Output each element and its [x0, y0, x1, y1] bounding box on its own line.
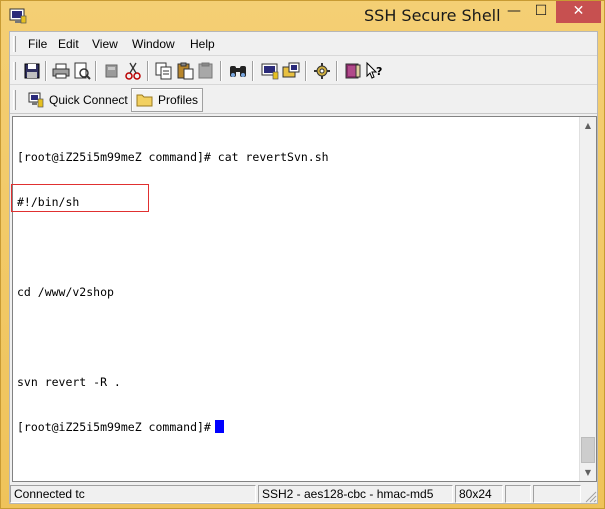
terminal-size-status: 80x24	[455, 485, 503, 503]
title-bar[interactable]: SSH Secure Shell — ☐ ✕	[1, 1, 604, 31]
svg-text:?: ?	[376, 65, 382, 78]
toolbar-separator	[45, 61, 47, 81]
terminal-line: svn revert -R .	[17, 375, 121, 389]
client-area: File Edit View Window Help ? Quick Conne…	[9, 31, 598, 504]
find-icon[interactable]	[228, 61, 248, 81]
quick-connect-icon	[28, 92, 44, 108]
cut-icon[interactable]	[123, 61, 143, 81]
terminal-line: cd /www/v2shop	[17, 285, 114, 299]
disconnect-icon[interactable]	[102, 61, 122, 81]
menu-file[interactable]: File	[28, 37, 47, 51]
close-button[interactable]: ✕	[556, 1, 601, 23]
toolbar-separator	[95, 61, 97, 81]
toolbar-separator	[252, 61, 254, 81]
terminal-output: [root@iZ25i5m99meZ command]# cat revertS…	[17, 120, 329, 465]
print-icon[interactable]	[51, 61, 71, 81]
menu-bar-grip[interactable]	[13, 36, 16, 52]
window-title: SSH Secure Shell	[364, 6, 501, 25]
terminal-area[interactable]: [root@iZ25i5m99meZ command]# cat revertS…	[11, 116, 597, 482]
profiles-button[interactable]: Profiles	[131, 88, 204, 112]
folder-icon	[136, 94, 153, 107]
maximize-icon: ☐	[534, 3, 548, 19]
toolbar: ?	[10, 57, 597, 85]
help-topics-icon[interactable]	[343, 61, 363, 81]
quick-connect-button[interactable]: Quick Connect	[22, 88, 133, 112]
minimize-icon: —	[507, 3, 521, 19]
ssh-window: SSH Secure Shell — ☐ ✕ File Edit View Wi…	[0, 0, 605, 509]
save-icon[interactable]	[22, 61, 42, 81]
status-panel-empty	[533, 485, 581, 503]
copy-icon[interactable]	[154, 61, 174, 81]
connection-status: Connected tc	[10, 485, 256, 503]
menu-edit[interactable]: Edit	[58, 37, 79, 51]
paste-special-icon[interactable]	[196, 61, 216, 81]
maximize-button[interactable]: ☐	[528, 1, 554, 23]
context-help-icon[interactable]: ?	[364, 61, 384, 81]
resize-grip-icon[interactable]	[583, 489, 597, 503]
scroll-up-arrow-icon[interactable]: ▲	[580, 117, 596, 134]
new-terminal-icon[interactable]	[260, 61, 280, 81]
terminal-cursor	[214, 420, 224, 433]
profiles-label: Profiles	[158, 93, 199, 107]
quick-connect-label: Quick Connect	[49, 93, 128, 107]
print-preview-icon[interactable]	[72, 61, 92, 81]
menu-help[interactable]: Help	[190, 37, 215, 51]
terminal-prompt: [root@iZ25i5m99meZ command]#	[17, 420, 211, 434]
vertical-scrollbar[interactable]: ▲ ▼	[579, 117, 596, 481]
ssh-app-icon	[9, 8, 27, 24]
status-panel-empty	[505, 485, 531, 503]
terminal-prompt-line: [root@iZ25i5m99meZ command]#	[17, 420, 329, 435]
toolbar-separator	[220, 61, 222, 81]
paste-icon[interactable]	[175, 61, 195, 81]
terminal-line: [root@iZ25i5m99meZ command]# cat revertS…	[17, 150, 329, 164]
toolbar-separator	[147, 61, 149, 81]
minimize-button[interactable]: —	[501, 1, 527, 23]
close-icon: ✕	[572, 3, 585, 19]
toolbar-grip[interactable]	[13, 62, 16, 80]
scroll-thumb[interactable]	[581, 437, 595, 463]
toolbar-separator	[305, 61, 307, 81]
menu-bar: File Edit View Window Help	[10, 32, 597, 56]
highlight-annotation-box	[11, 184, 149, 212]
new-file-transfer-icon[interactable]	[281, 61, 301, 81]
menu-window[interactable]: Window	[132, 37, 175, 51]
settings-icon[interactable]	[312, 61, 332, 81]
scroll-down-arrow-icon[interactable]: ▼	[580, 464, 596, 481]
status-bar: Connected tc SSH2 - aes128-cbc - hmac-md…	[10, 484, 597, 503]
quickbar-grip[interactable]	[13, 90, 16, 110]
toolbar-separator	[336, 61, 338, 81]
menu-view[interactable]: View	[92, 37, 118, 51]
quick-connect-bar: Quick Connect Profiles	[10, 86, 597, 114]
cipher-status: SSH2 - aes128-cbc - hmac-md5	[258, 485, 453, 503]
